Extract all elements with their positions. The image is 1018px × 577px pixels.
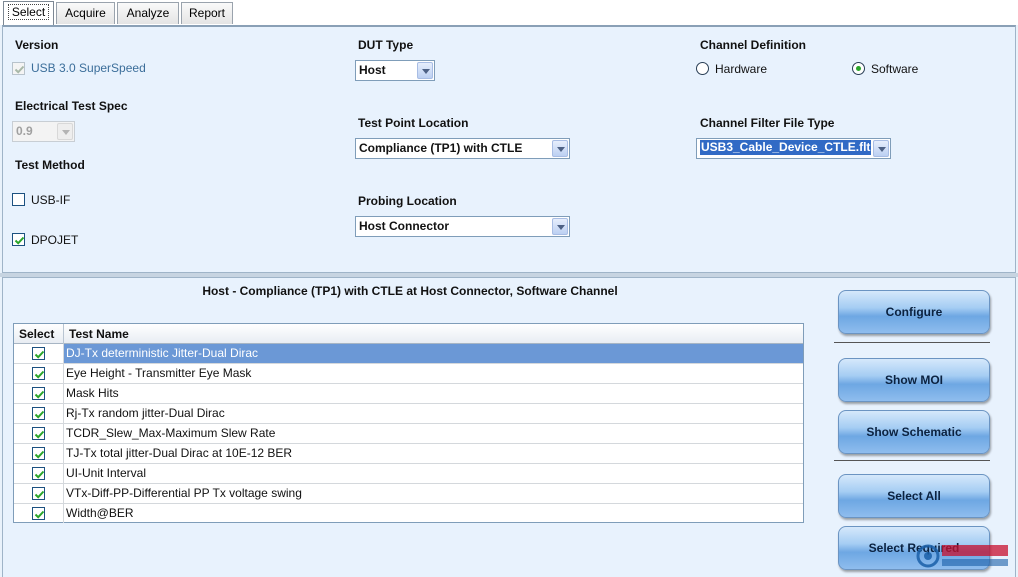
test-name-cell: Rj-Tx random jitter-Dual Dirac (66, 406, 225, 420)
probing-location-value: Host Connector (359, 219, 449, 233)
dut-type-label: DUT Type (358, 38, 414, 52)
test-name-cell: TJ-Tx total jitter-Dual Dirac at 10E-12 … (66, 446, 293, 460)
check-icon (34, 450, 45, 459)
dut-type-value: Host (359, 63, 386, 77)
eeworld-logo-icon (916, 544, 1008, 568)
check-icon (34, 390, 45, 399)
check-icon (34, 510, 45, 519)
check-icon (34, 470, 45, 479)
test-summary-title: Host - Compliance (TP1) with CTLE at Hos… (202, 284, 618, 298)
check-icon (34, 490, 45, 499)
chevron-down-icon[interactable] (552, 218, 568, 235)
table-row[interactable]: Eye Height - Transmitter Eye Mask (14, 364, 803, 384)
tab-select[interactable]: Select (3, 1, 54, 25)
test-name-cell: Eye Height - Transmitter Eye Mask (66, 366, 252, 380)
chevron-down-icon[interactable] (57, 123, 73, 140)
electrical-test-spec-dropdown[interactable]: 0.9 (12, 121, 75, 142)
chevron-down-icon[interactable] (417, 62, 433, 79)
electrical-test-spec-label: Electrical Test Spec (15, 99, 128, 113)
hardware-radio[interactable] (696, 62, 709, 75)
tab-acquire-label: Acquire (65, 6, 106, 20)
software-radio[interactable] (852, 62, 865, 75)
table-header: Select Test Name (14, 324, 803, 344)
radio-selected-dot (856, 66, 861, 71)
tab-report[interactable]: Report (181, 2, 233, 24)
channel-filter-file-type-value: USB3_Cable_Device_CTLE.flt (700, 140, 872, 155)
row-checkbox[interactable] (32, 347, 45, 360)
chevron-down-icon[interactable] (873, 140, 889, 157)
column-header-test-name[interactable]: Test Name (64, 324, 803, 344)
software-radio-label: Software (871, 62, 919, 76)
test-name-cell: UI-Unit Interval (66, 466, 147, 480)
table-row[interactable]: TJ-Tx total jitter-Dual Dirac at 10E-12 … (14, 444, 803, 464)
table-row[interactable]: VTx-Diff-PP-Differential PP Tx voltage s… (14, 484, 803, 504)
check-icon (34, 430, 45, 439)
tab-analyze[interactable]: Analyze (117, 2, 179, 24)
hardware-radio-label: Hardware (715, 62, 768, 76)
tab-report-label: Report (188, 6, 226, 20)
test-point-location-dropdown[interactable]: Compliance (TP1) with CTLE (355, 138, 570, 159)
check-icon (34, 410, 45, 419)
table-row[interactable]: Mask Hits (14, 384, 803, 404)
row-checkbox[interactable] (32, 467, 45, 480)
tab-acquire[interactable]: Acquire (56, 2, 115, 24)
row-checkbox[interactable] (32, 487, 45, 500)
test-point-location-label: Test Point Location (358, 116, 469, 130)
check-icon (34, 370, 45, 379)
usb-if-label: USB-IF (31, 193, 71, 207)
show-moi-button[interactable]: Show MOI (838, 358, 990, 402)
probing-location-dropdown[interactable]: Host Connector (355, 216, 570, 237)
dut-type-dropdown[interactable]: Host (355, 60, 435, 81)
row-checkbox[interactable] (32, 387, 45, 400)
test-method-label: Test Method (15, 158, 85, 172)
dpojet-checkbox[interactable] (12, 233, 25, 246)
table-row[interactable]: DJ-Tx deterministic Jitter-Dual Dirac (14, 344, 803, 364)
channel-definition-label: Channel Definition (700, 38, 806, 52)
tab-select-label: Select (7, 4, 50, 20)
check-icon (14, 236, 25, 245)
configure-button[interactable]: Configure (838, 290, 990, 334)
row-checkbox[interactable] (32, 367, 45, 380)
channel-filter-file-type-dropdown[interactable]: USB3_Cable_Device_CTLE.flt (696, 138, 891, 159)
usb3-superspeed-label: USB 3.0 SuperSpeed (31, 61, 146, 75)
column-header-select[interactable]: Select (14, 324, 64, 344)
electrical-test-spec-value: 0.9 (16, 124, 33, 138)
table-row[interactable]: TCDR_Slew_Max-Maximum Slew Rate (14, 424, 803, 444)
chevron-down-icon[interactable] (552, 140, 568, 157)
select-all-button[interactable]: Select All (838, 474, 990, 518)
test-table: Select Test Name DJ-Tx deterministic Jit… (13, 323, 804, 523)
row-checkbox[interactable] (32, 447, 45, 460)
probing-location-label: Probing Location (358, 194, 457, 208)
test-name-cell: TCDR_Slew_Max-Maximum Slew Rate (66, 426, 276, 440)
test-name-cell: DJ-Tx deterministic Jitter-Dual Dirac (64, 344, 803, 363)
row-checkbox[interactable] (32, 427, 45, 440)
channel-filter-file-type-label: Channel Filter File Type (700, 116, 835, 130)
table-row[interactable]: Width@BER (14, 504, 803, 524)
tab-bar: Select Acquire Analyze Report (0, 0, 1018, 25)
row-checkbox[interactable] (32, 507, 45, 520)
usb3-superspeed-checkbox[interactable] (12, 62, 25, 75)
test-name-cell: VTx-Diff-PP-Differential PP Tx voltage s… (66, 486, 302, 500)
button-separator (834, 342, 990, 343)
test-name-cell: Mask Hits (66, 386, 119, 400)
check-icon (34, 350, 45, 359)
check-icon (14, 65, 25, 74)
table-row[interactable]: Rj-Tx random jitter-Dual Dirac (14, 404, 803, 424)
show-schematic-button[interactable]: Show Schematic (838, 410, 990, 454)
test-point-location-value: Compliance (TP1) with CTLE (359, 141, 523, 155)
test-name-cell: Width@BER (66, 506, 134, 520)
table-row[interactable]: UI-Unit Interval (14, 464, 803, 484)
usb-if-checkbox[interactable] (12, 193, 25, 206)
tab-analyze-label: Analyze (126, 6, 170, 20)
watermark-logo (916, 541, 1012, 571)
row-checkbox[interactable] (32, 407, 45, 420)
dpojet-label: DPOJET (31, 233, 79, 247)
button-separator (834, 460, 990, 461)
version-label: Version (15, 38, 59, 52)
